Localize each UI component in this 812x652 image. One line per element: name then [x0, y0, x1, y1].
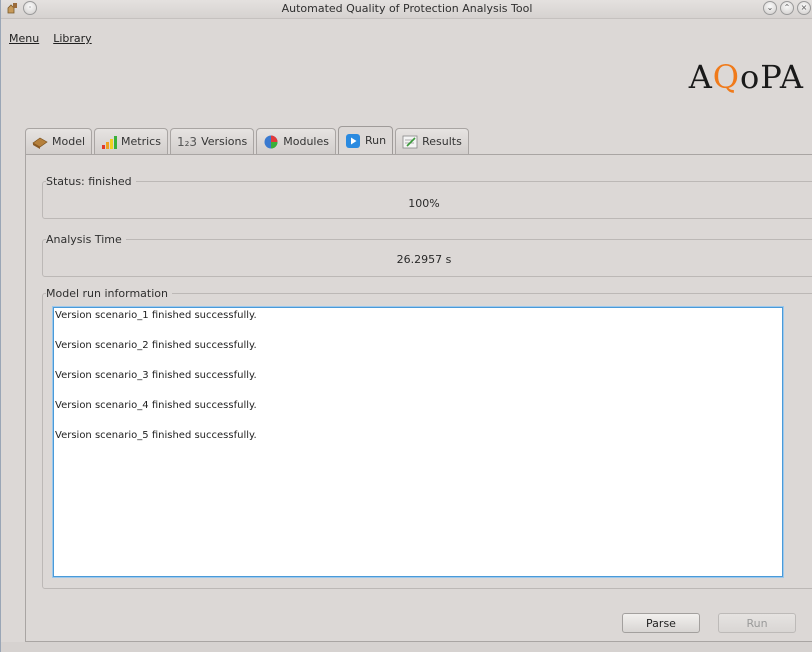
- menu-item-menu[interactable]: Menu: [9, 32, 39, 48]
- logo-a: A: [688, 58, 713, 96]
- run-info-textarea[interactable]: Version scenario_1 finished successfully…: [53, 307, 783, 577]
- model-icon: [32, 137, 48, 149]
- tab-modules-label: Modules: [283, 135, 329, 148]
- title-bar-right-controls: ⌄ ⌃ ×: [763, 1, 811, 15]
- tab-run[interactable]: Run: [337, 126, 394, 154]
- logo-rest: oPA: [740, 58, 804, 96]
- analysis-time-value: 26.2957 s: [396, 253, 452, 266]
- tab-run-label: Run: [364, 134, 387, 147]
- log-line: Version scenario_2 finished successfully…: [55, 340, 257, 351]
- run-info-label: Model run information: [46, 287, 172, 300]
- run-button[interactable]: Run: [718, 613, 796, 633]
- menu-bar: Menu Library: [1, 32, 92, 48]
- aqopa-logo: AQoPA: [689, 58, 804, 96]
- menu-item-library[interactable]: Library: [53, 32, 91, 48]
- tab-versions-label: Versions: [201, 135, 248, 148]
- log-line: Version scenario_5 finished successfully…: [55, 430, 257, 441]
- minimize-icon[interactable]: ⌄: [763, 1, 777, 15]
- title-bar[interactable]: · Automated Quality of Protection Analys…: [1, 0, 812, 19]
- maximize-icon[interactable]: ⌃: [780, 1, 794, 15]
- tab-versions[interactable]: 1₂3 Versions: [169, 128, 255, 154]
- analysis-time-label: Analysis Time: [46, 233, 126, 246]
- modules-icon: [264, 135, 278, 148]
- results-icon: [402, 135, 418, 148]
- tab-metrics[interactable]: Metrics: [94, 128, 168, 154]
- tab-metrics-label: Metrics: [121, 135, 161, 148]
- log-line: Version scenario_3 finished successfully…: [55, 370, 257, 381]
- versions-icon: 1₂3: [176, 134, 198, 149]
- tab-model[interactable]: Model: [25, 128, 93, 154]
- status-label: Status: finished: [46, 175, 136, 188]
- log-line: Version scenario_4 finished successfully…: [55, 400, 257, 411]
- tab-bar: Model Metrics 1₂3 Versions Modules Run R…: [25, 126, 469, 154]
- status-progress-value: 100%: [408, 197, 440, 210]
- run-panel: Status: finished 100% Analysis Time 26.2…: [25, 154, 812, 642]
- metrics-icon: [102, 135, 118, 149]
- parse-button[interactable]: Parse: [622, 613, 700, 633]
- tab-results[interactable]: Results: [395, 128, 469, 154]
- run-icon: [345, 133, 360, 148]
- window-title: Automated Quality of Protection Analysis…: [281, 2, 533, 15]
- tab-modules[interactable]: Modules: [256, 128, 336, 154]
- log-line: Version scenario_1 finished successfully…: [55, 310, 257, 321]
- tab-model-label: Model: [52, 135, 86, 148]
- app-window: · Automated Quality of Protection Analys…: [0, 0, 812, 652]
- tab-results-label: Results: [422, 135, 462, 148]
- logo-q: Q: [712, 58, 741, 96]
- window-bottom-edge: [1, 642, 812, 652]
- close-icon[interactable]: ×: [797, 1, 811, 15]
